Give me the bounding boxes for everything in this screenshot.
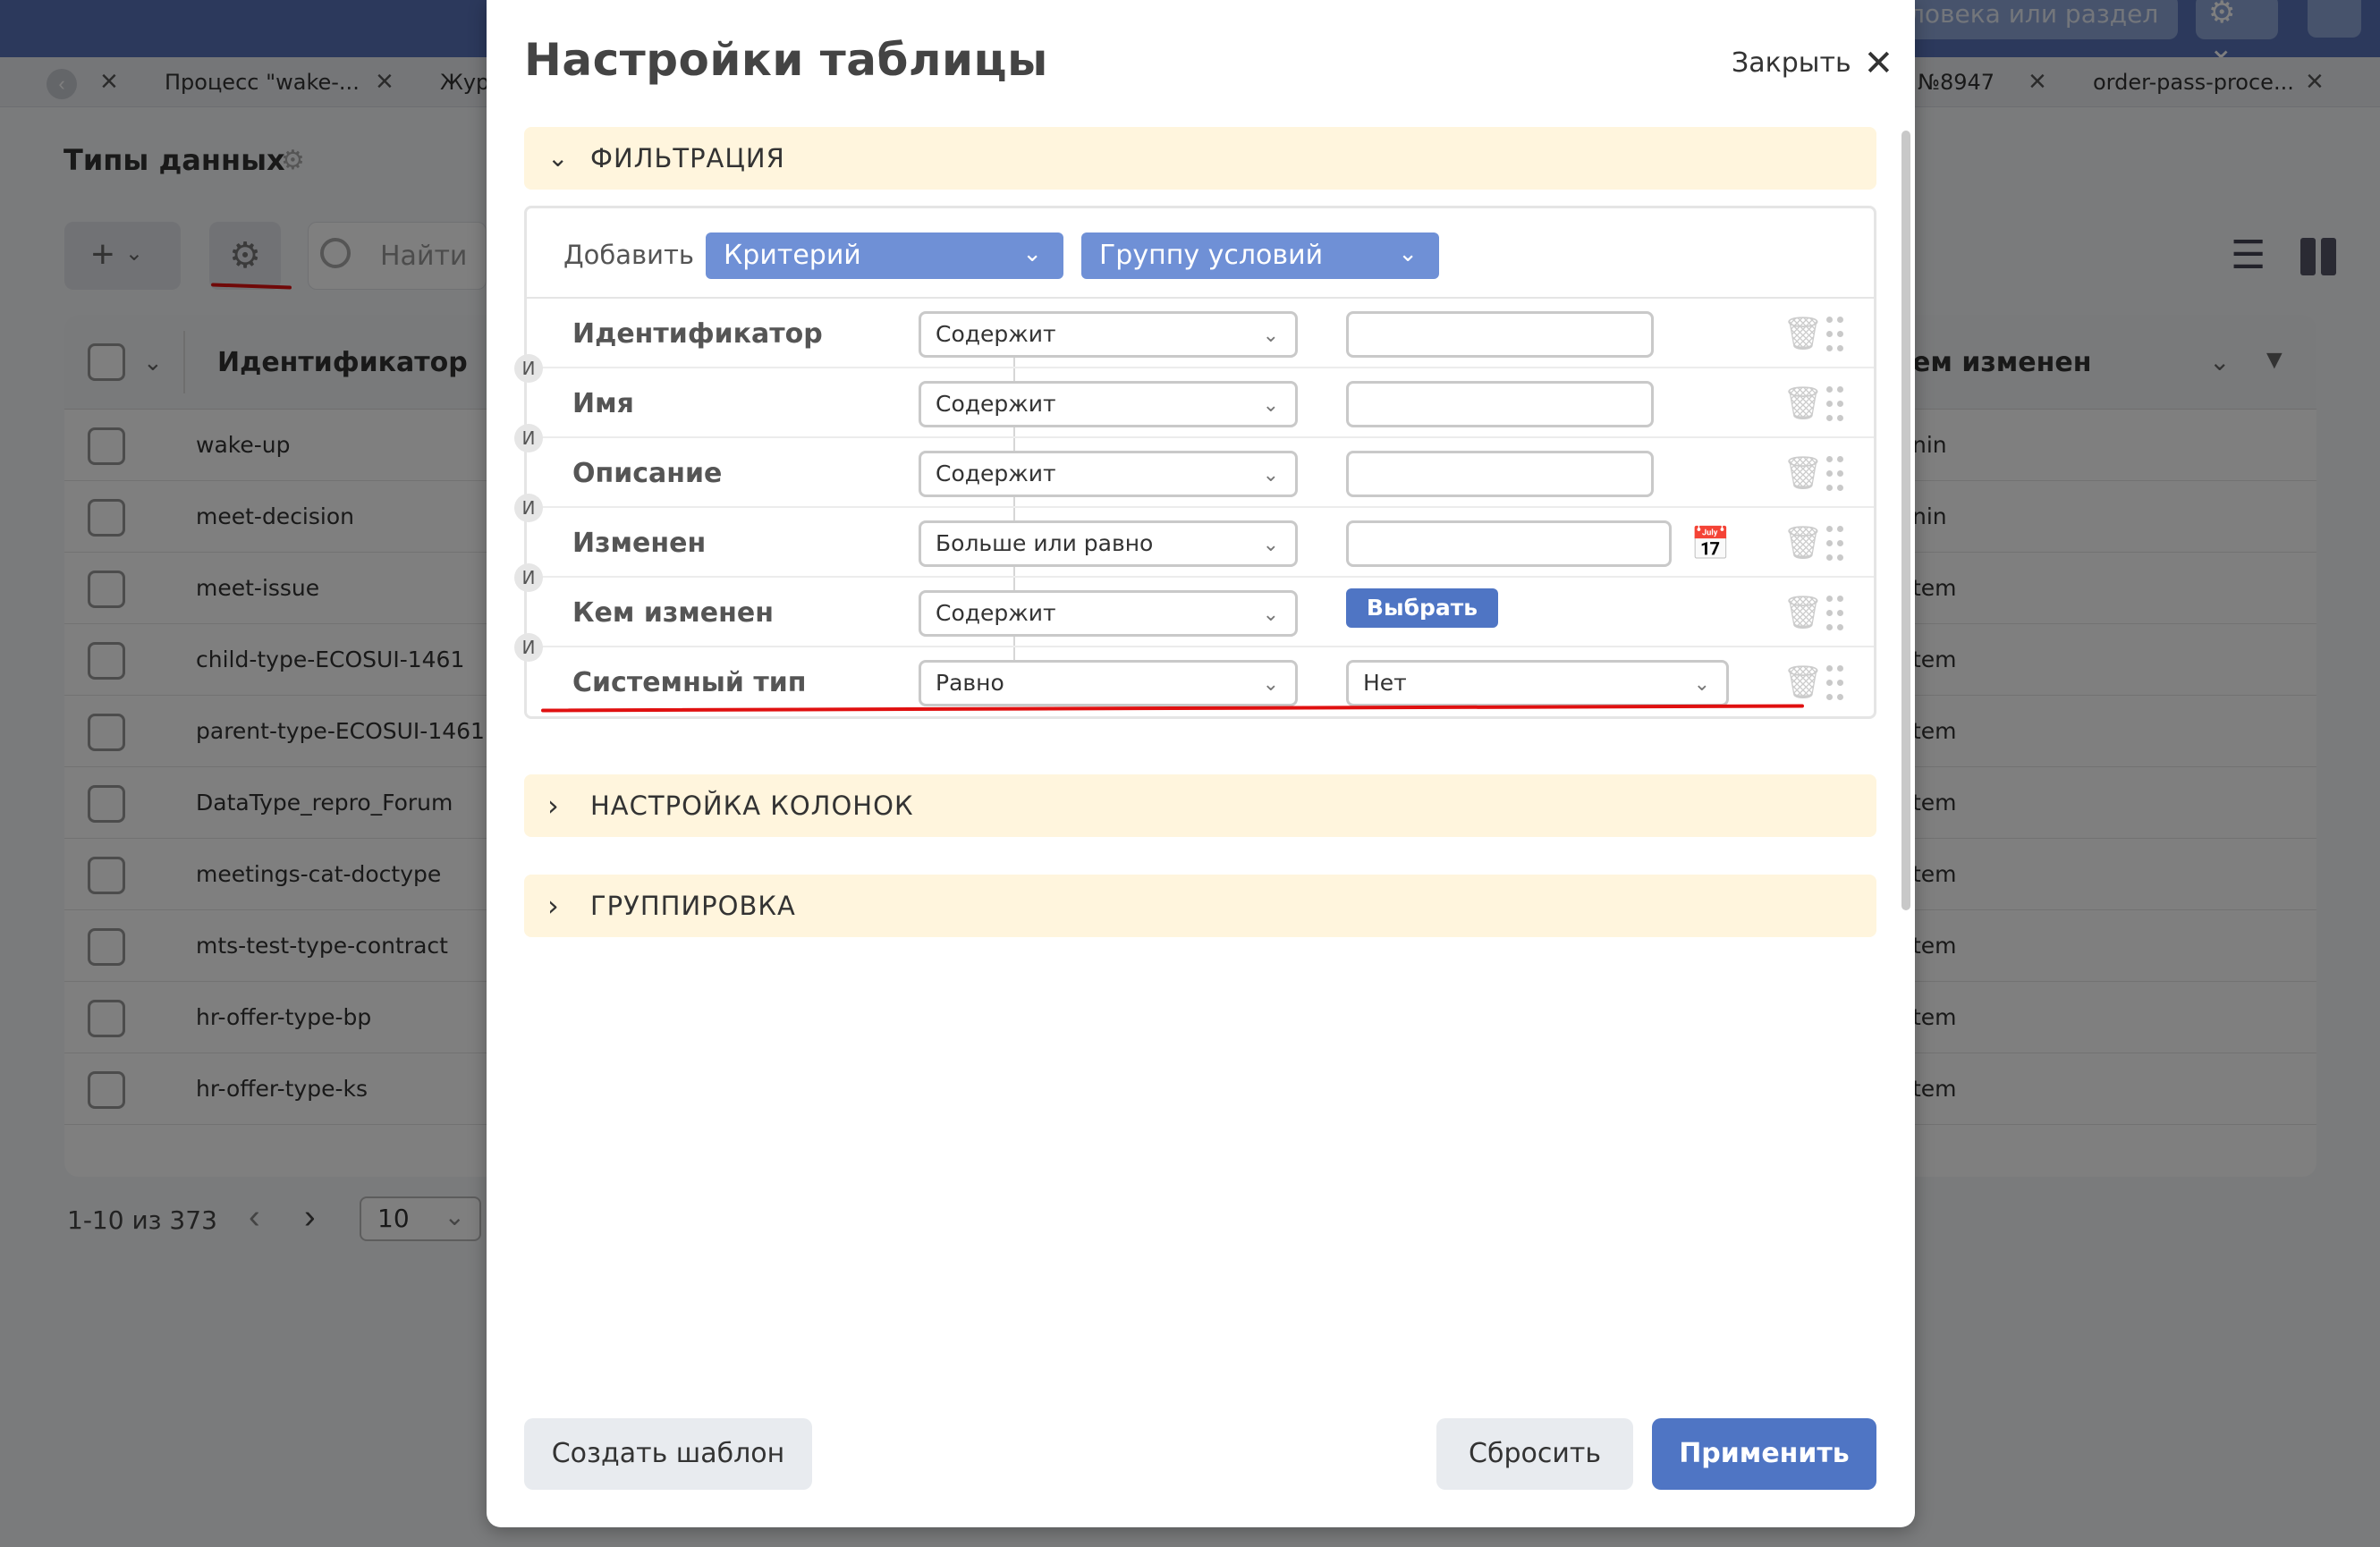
criterion-operator-select[interactable]: Содержит ⌄ [919,590,1298,637]
criterion-operator-value: Больше или равно [936,530,1154,556]
criterion-value-input[interactable] [1346,381,1654,427]
section-filtering[interactable]: ⌄ ФИЛЬТРАЦИЯ [524,127,1876,190]
trash-icon[interactable]: 🗑 [1783,385,1824,422]
chevron-down-icon: ⌄ [1262,673,1279,696]
criterion-operator-select[interactable]: Содержит ⌄ [919,311,1298,358]
chevron-down-icon: ⌄ [1262,325,1279,347]
criterion-operator-select[interactable]: Больше или равно ⌄ [919,520,1298,567]
close-label: Закрыть [1732,47,1851,79]
drag-handle-icon[interactable] [1825,664,1846,705]
create-template-button[interactable]: Создать шаблон [524,1418,812,1490]
drag-handle-icon[interactable] [1825,454,1846,495]
criterion-field: Кем изменен [572,597,774,629]
trash-icon[interactable]: 🗑 [1783,524,1824,562]
criterion-value-input[interactable] [1346,451,1654,497]
section-columns-label: НАСТРОЙКА КОЛОНОК [590,790,914,821]
close-icon: ✕ [1863,43,1894,84]
criterion-operator-value: Содержит [936,600,1056,626]
chevron-down-icon: ⌄ [1262,604,1279,626]
chevron-down-icon: ⌄ [1022,241,1042,267]
trash-icon[interactable]: 🗑 [1783,315,1824,352]
section-grouping-label: ГРУППИРОВКА [590,891,796,921]
and-badge: И [514,633,543,662]
criterion-operator-select[interactable]: Равно ⌄ [919,660,1298,706]
add-criterion-dropdown[interactable]: Критерий ⌄ [706,232,1063,279]
criterion-operator-value: Содержит [936,391,1056,417]
and-badge: И [514,424,543,452]
trash-icon[interactable]: 🗑 [1783,454,1824,492]
criterion-field: Описание [572,458,723,489]
trash-icon[interactable]: 🗑 [1783,594,1824,631]
reset-button[interactable]: Сбросить [1436,1418,1633,1490]
criterion-operator-value: Равно [936,670,1004,696]
chevron-down-icon: ⌄ [547,143,570,173]
table-settings-modal: Настройки таблицы Закрыть ✕ ⌄ ФИЛЬТРАЦИЯ Д… [487,0,1915,1527]
criterion-operator-value: Содержит [936,321,1056,347]
criterion-field: Идентификатор [572,318,823,350]
trash-icon[interactable]: 🗑 [1783,664,1824,701]
chevron-down-icon: ⌄ [1262,534,1279,556]
criterion-value: Нет [1363,670,1407,696]
section-columns[interactable]: › НАСТРОЙКА КОЛОНОК [524,774,1876,837]
section-filtering-label: ФИЛЬТРАЦИЯ [590,143,785,173]
add-group-dropdown[interactable]: Группу условий ⌄ [1081,232,1439,279]
criterion-field: Имя [572,388,634,419]
apply-button[interactable]: Применить [1652,1418,1876,1490]
chevron-down-icon: ⌄ [1262,394,1279,417]
criterion-value-select[interactable]: Нет ⌄ [1346,660,1729,706]
and-badge: И [514,494,543,522]
select-user-button[interactable]: Выбрать [1346,588,1498,628]
close-button[interactable]: Закрыть ✕ [1732,43,1893,84]
drag-handle-icon[interactable] [1825,594,1846,635]
criterion-operator-select[interactable]: Содержит ⌄ [919,451,1298,497]
add-criterion-label: Критерий [724,240,861,271]
drag-handle-icon[interactable] [1825,524,1846,565]
chevron-down-icon: ⌄ [1693,673,1710,696]
chevron-down-icon: ⌄ [1398,241,1418,267]
chevron-right-icon: › [547,789,560,823]
chevron-right-icon: › [547,889,560,923]
criterion-operator-select[interactable]: Содержит ⌄ [919,381,1298,427]
add-group-label: Группу условий [1099,240,1324,271]
criterion-field: Изменен [572,528,707,559]
add-label: Добавить [563,240,694,270]
chevron-down-icon: ⌄ [1262,464,1279,486]
section-grouping[interactable]: › ГРУППИРОВКА [524,875,1876,937]
and-badge: И [514,563,543,592]
scrollbar[interactable] [1901,131,1910,910]
drag-handle-icon[interactable] [1825,315,1846,356]
criterion-value-input[interactable] [1346,311,1654,358]
and-badge: И [514,354,543,383]
drag-handle-icon[interactable] [1825,385,1846,426]
criterion-operator-value: Содержит [936,461,1056,486]
calendar-icon[interactable]: 📅 [1690,526,1731,562]
criterion-date-input[interactable] [1346,520,1672,567]
modal-title: Настройки таблицы [524,34,1048,86]
criterion-field: Системный тип [572,667,807,698]
